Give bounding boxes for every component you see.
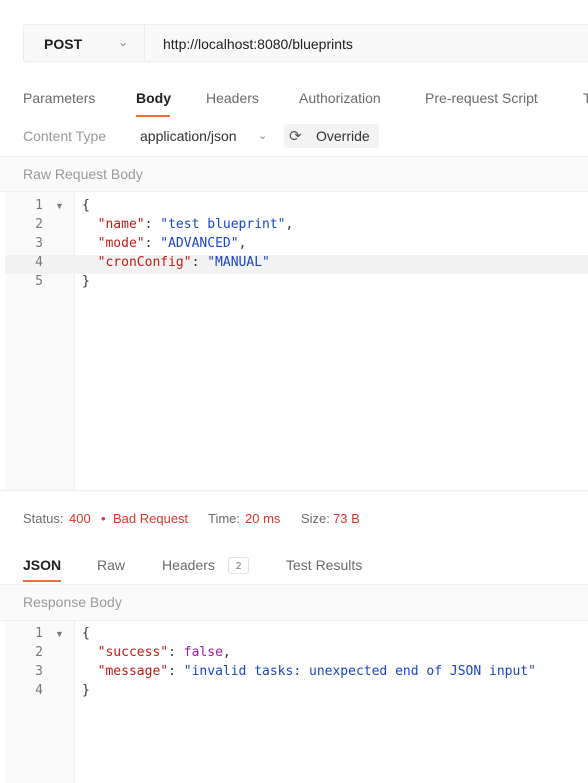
tab-parameters[interactable]: Parameters (23, 90, 95, 106)
tab-headers[interactable]: Headers (206, 90, 259, 106)
json-string: "test blueprint" (160, 217, 286, 232)
content-type-label: Content Type (23, 128, 107, 144)
code-line: "message": "invalid tasks: unexpected en… (82, 664, 536, 679)
json-punctuation: : (168, 645, 184, 660)
line-number: 3 (35, 664, 43, 679)
code-line: } (82, 274, 90, 289)
status-label: Status: (23, 511, 64, 526)
override-button[interactable]: ⟳ Override (284, 124, 379, 148)
time-value: 20 ms (245, 511, 281, 526)
json-punctuation: : (168, 664, 184, 679)
response-body-title: Response Body (23, 594, 122, 610)
time-label: Time: (208, 511, 241, 526)
line-number: 2 (35, 645, 43, 660)
json-string: "MANUAL" (207, 255, 270, 270)
tab-tests-truncated[interactable]: T (583, 90, 588, 106)
active-tab-indicator (23, 580, 61, 582)
line-number: 4 (35, 683, 43, 698)
json-punctuation (82, 236, 98, 251)
json-punctuation (82, 664, 98, 679)
fold-caret-icon[interactable]: ▼ (55, 629, 64, 639)
override-label: Override (316, 128, 370, 144)
json-punctuation: { (82, 198, 90, 213)
line-number: 5 (35, 274, 43, 289)
divider (0, 490, 588, 492)
json-punctuation: } (82, 274, 90, 289)
active-tab-indicator (136, 115, 170, 117)
json-boolean: false (183, 645, 223, 660)
chevron-down-icon[interactable]: ⌄ (258, 129, 267, 142)
json-punctuation: , (285, 217, 294, 232)
status-text: Bad Request (113, 511, 189, 526)
tab-response-headers[interactable]: Headers (162, 557, 215, 573)
chevron-down-icon[interactable]: ⌄ (118, 35, 128, 49)
code-line: "cronConfig": "MANUAL" (82, 255, 270, 270)
json-punctuation: : (191, 255, 208, 270)
json-punctuation (82, 255, 98, 270)
code-line: "mode": "ADVANCED", (82, 236, 247, 251)
code-line: { (82, 626, 90, 641)
line-number: 4 (35, 255, 43, 270)
code-line: } (82, 683, 90, 698)
tab-raw[interactable]: Raw (97, 557, 125, 573)
headers-count-badge: 2 (228, 557, 249, 574)
status-code: 400 (69, 511, 91, 526)
json-string: "ADVANCED" (160, 236, 239, 251)
json-punctuation: } (82, 683, 90, 698)
tab-pre-request-script[interactable]: Pre-request Script (425, 90, 538, 106)
size-label: Size: (301, 511, 330, 526)
line-number: 3 (35, 236, 43, 251)
json-key: "mode" (97, 236, 145, 251)
divider (144, 25, 145, 61)
json-punctuation: { (82, 626, 90, 641)
line-number: 2 (35, 217, 43, 232)
json-punctuation: , (222, 645, 231, 660)
tab-authorization[interactable]: Authorization (299, 90, 381, 106)
tab-json[interactable]: JSON (23, 557, 61, 573)
fold-caret-icon[interactable]: ▼ (55, 201, 64, 211)
json-punctuation (82, 217, 98, 232)
line-number: 1 (35, 198, 43, 213)
json-key: "cronConfig" (97, 255, 192, 270)
tab-test-results[interactable]: Test Results (286, 557, 362, 573)
status-bullet: • (101, 511, 106, 526)
code-line: "success": false, (82, 645, 231, 660)
json-key: "success" (97, 645, 169, 660)
json-punctuation (82, 645, 98, 660)
tab-body[interactable]: Body (136, 90, 171, 106)
json-punctuation: : (144, 217, 161, 232)
url-bar: POST ⌄ http://localhost:8080/blueprints (23, 24, 588, 62)
method-select[interactable]: POST (44, 36, 82, 52)
json-string: "invalid tasks: unexpected end of JSON i… (183, 664, 536, 679)
json-punctuation: : (144, 236, 161, 251)
code-line: "name": "test blueprint", (82, 217, 294, 232)
refresh-icon: ⟳ (289, 128, 302, 145)
size-value: 73 B (333, 511, 360, 526)
content-type-select[interactable]: application/json (140, 128, 237, 144)
raw-request-body-title: Raw Request Body (23, 166, 143, 182)
json-key: "name" (97, 217, 145, 232)
line-number: 1 (35, 626, 43, 641)
url-input[interactable]: http://localhost:8080/blueprints (163, 36, 353, 52)
code-line: { (82, 198, 90, 213)
json-punctuation: , (238, 236, 247, 251)
json-key: "message" (97, 664, 169, 679)
